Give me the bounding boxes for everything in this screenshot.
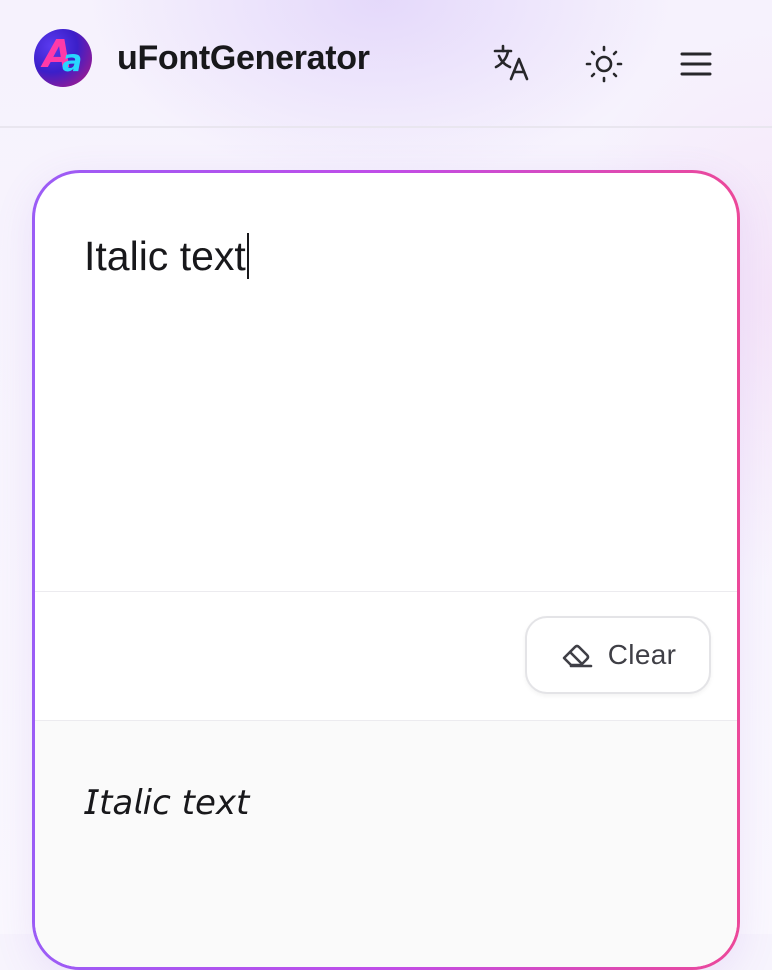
font-result-text[interactable]: 𝘐𝘵𝘢𝘭𝘪𝘤 𝘵𝘦𝘹𝘵	[84, 781, 249, 825]
eraser-icon	[562, 644, 593, 668]
text-input[interactable]: Italic text	[35, 173, 737, 591]
input-toolbar: Clear	[35, 592, 737, 720]
top-header: A a uFontGenerator	[0, 0, 772, 128]
logo-letter-b-icon: a	[62, 44, 83, 79]
clear-button[interactable]: Clear	[525, 616, 711, 694]
sun-icon	[585, 45, 623, 83]
text-input-value: Italic text	[84, 231, 249, 281]
clear-button-label: Clear	[607, 639, 677, 670]
generator-card: Italic text Clear 𝘐𝘵𝘢𝘭𝘪𝘤 𝘵𝘦𝘹𝘵	[32, 170, 740, 970]
theme-toggle-button[interactable]	[584, 42, 624, 86]
app-logo[interactable]: A a	[34, 29, 92, 87]
menu-icon	[680, 52, 712, 76]
app-title[interactable]: uFontGenerator	[117, 38, 370, 78]
language-button[interactable]	[491, 42, 531, 86]
text-caret	[246, 233, 249, 279]
font-result-row[interactable]: 𝘐𝘵𝘢𝘭𝘪𝘤 𝘵𝘦𝘹𝘵	[35, 721, 737, 967]
translate-icon	[493, 44, 529, 81]
menu-button[interactable]	[676, 42, 716, 86]
generator-card-body: Italic text Clear 𝘐𝘵𝘢𝘭𝘪𝘤 𝘵𝘦𝘹𝘵	[35, 173, 737, 967]
